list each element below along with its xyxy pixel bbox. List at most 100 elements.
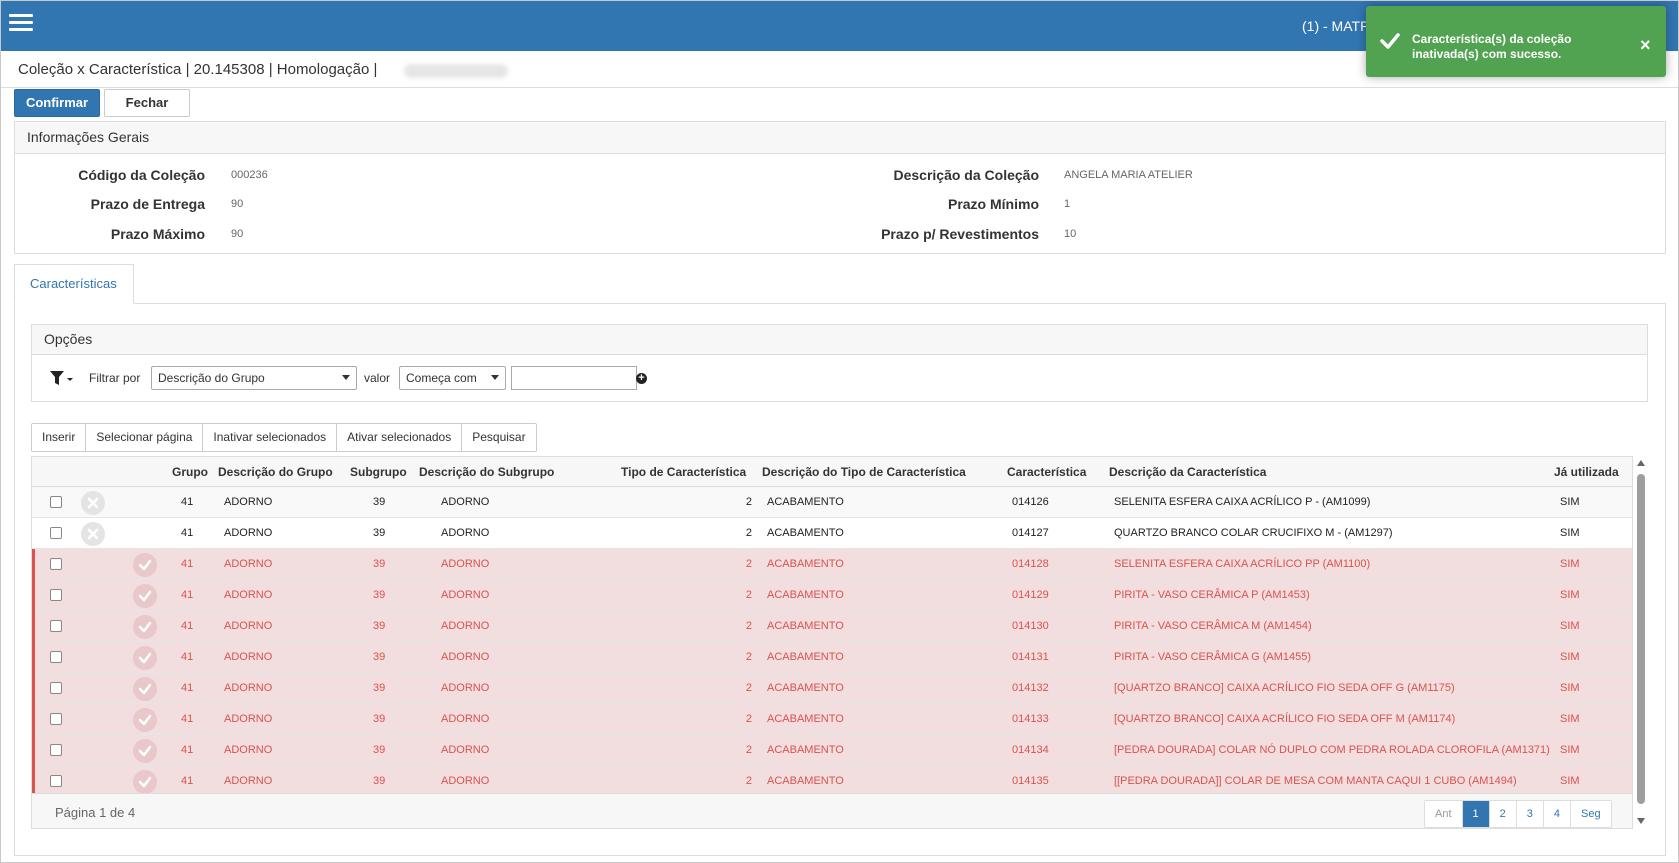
close-button[interactable]: Fechar	[104, 89, 190, 117]
cell-ja-utilizada: SIM	[1560, 589, 1580, 601]
table-row[interactable]: 41 ADORNO 39 ADORNO 2 ACABAMENTO 014133 [QUARTZ…	[32, 704, 1632, 735]
filter-value-input[interactable]	[511, 366, 637, 390]
select-page-button[interactable]: Selecionar página	[86, 424, 204, 451]
col-ja-utilizada[interactable]: Já utilizada	[1554, 465, 1619, 479]
activate-selected-button[interactable]: Ativar selecionados	[337, 424, 463, 451]
prazo-minimo-value: 1	[1064, 198, 1071, 210]
cell-tipo: 2	[745, 527, 752, 539]
col-tipo[interactable]: Tipo de Característica	[621, 465, 746, 479]
table-row[interactable]: 41 ADORNO 39 ADORNO 2 ACABAMENTO 014128 SELENIT…	[32, 549, 1632, 580]
options-panel: Opções	[31, 324, 1648, 402]
cell-desc-subgrupo: ADORNO	[441, 620, 490, 632]
col-subgrupo[interactable]: Subgrupo	[350, 465, 407, 479]
cell-desc-grupo: ADORNO	[224, 527, 273, 539]
x-circle-icon[interactable]	[81, 491, 105, 515]
table-row[interactable]: 41 ADORNO 39 ADORNO 2 ACABAMENTO 014126 SELENIT…	[32, 487, 1632, 518]
table-row[interactable]: 41 ADORNO 39 ADORNO 2 ACABAMENTO 014131 PIRITA …	[32, 642, 1632, 673]
cell-tipo: 2	[745, 775, 752, 787]
table-row[interactable]: 41 ADORNO 39 ADORNO 2 ACABAMENTO 014134 [PEDRA …	[32, 735, 1632, 766]
col-desc-subgrupo[interactable]: Descrição do Subgrupo	[419, 465, 554, 479]
col-desc-grupo[interactable]: Descrição do Grupo	[218, 465, 333, 479]
check-circle-icon[interactable]	[133, 553, 157, 577]
x-circle-icon[interactable]	[81, 522, 105, 546]
col-caracteristica[interactable]: Característica	[1007, 465, 1086, 479]
characteristics-table: Grupo Descrição do Grupo Subgrupo Descri…	[31, 456, 1633, 829]
cell-desc-caracteristica: SELENITA ESFERA CAIXA ACRÍLICO P - (AM10…	[1114, 496, 1371, 508]
table-row[interactable]: 41 ADORNO 39 ADORNO 2 ACABAMENTO 014130 PIRITA …	[32, 611, 1632, 642]
row-checkbox[interactable]	[50, 744, 62, 756]
prazo-maximo-label: Prazo Máximo	[110, 226, 205, 242]
confirm-button[interactable]: Confirmar	[14, 89, 100, 117]
cell-desc-tipo: ACABAMENTO	[767, 558, 844, 570]
cell-desc-grupo: ADORNO	[224, 775, 273, 787]
filter-field-select[interactable]: Descrição do Grupo	[151, 366, 357, 390]
row-checkbox[interactable]	[50, 651, 62, 663]
row-checkbox[interactable]	[50, 682, 62, 694]
filter-field-value: Descrição do Grupo	[158, 371, 265, 385]
descricao-value: ANGELA MARIA ATELIER	[1064, 169, 1193, 181]
vertical-scrollbar[interactable]	[1635, 456, 1647, 829]
scroll-thumb[interactable]	[1637, 474, 1645, 804]
check-circle-icon[interactable]	[133, 646, 157, 670]
operator-select[interactable]: Começa com	[399, 366, 506, 390]
cell-caracteristica: 014126	[1012, 496, 1049, 508]
cell-ja-utilizada: SIM	[1560, 775, 1580, 787]
row-checkbox[interactable]	[50, 620, 62, 632]
col-desc-tipo[interactable]: Descrição do Tipo de Característica	[762, 465, 966, 479]
prazo-entrega-label: Prazo de Entrega	[90, 196, 205, 212]
page-button-1[interactable]: 1	[1462, 801, 1490, 827]
cell-caracteristica: 014134	[1012, 744, 1049, 756]
check-circle-icon[interactable]	[133, 677, 157, 701]
row-checkbox[interactable]	[50, 527, 62, 539]
codigo-label: Código da Coleção	[78, 167, 205, 183]
cell-subgrupo: 39	[373, 682, 386, 694]
cell-subgrupo: 39	[373, 651, 386, 663]
deactivate-selected-button[interactable]: Inativar selecionados	[203, 424, 338, 451]
search-button[interactable]: Pesquisar	[462, 424, 536, 451]
row-checkbox[interactable]	[50, 589, 62, 601]
cell-grupo: 41	[181, 527, 194, 539]
prev-page-button[interactable]: Ant	[1425, 801, 1463, 827]
page-button-2[interactable]: 2	[1489, 801, 1517, 827]
insert-button[interactable]: Inserir	[32, 424, 87, 451]
row-checkbox[interactable]	[50, 496, 62, 508]
scroll-up-icon[interactable]	[1637, 460, 1645, 466]
check-circle-icon[interactable]	[133, 615, 157, 639]
prazo-entrega-value: 90	[231, 198, 244, 210]
descricao-label: Descrição da Coleção	[893, 167, 1039, 183]
value-label: valor	[364, 371, 391, 385]
check-circle-icon[interactable]	[133, 584, 157, 608]
check-circle-icon[interactable]	[133, 770, 157, 794]
table-row[interactable]: 41 ADORNO 39 ADORNO 2 ACABAMENTO 014132 [QUARTZ…	[32, 673, 1632, 704]
cell-desc-subgrupo: ADORNO	[441, 589, 490, 601]
scroll-down-icon[interactable]	[1637, 818, 1645, 824]
check-circle-icon[interactable]	[133, 708, 157, 732]
row-checkbox[interactable]	[50, 558, 62, 570]
col-grupo[interactable]: Grupo	[172, 465, 208, 479]
table-header: Grupo Descrição do Grupo Subgrupo Descri…	[32, 457, 1632, 487]
filter-icon[interactable]	[49, 370, 75, 386]
cell-desc-caracteristica: [QUARTZO BRANCO] CAIXA ACRÍLICO FIO SEDA…	[1114, 713, 1456, 725]
page-button-3[interactable]: 3	[1516, 801, 1544, 827]
next-page-button[interactable]: Seg	[1571, 801, 1611, 827]
col-desc-caracteristica[interactable]: Descrição da Característica	[1109, 465, 1266, 479]
plus-circle-icon[interactable]: +	[636, 373, 647, 384]
cell-desc-caracteristica: [PEDRA DOURADA] COLAR NÓ DUPLO COM PEDRA…	[1114, 744, 1550, 756]
tab-caracteristicas[interactable]: Características	[14, 264, 134, 304]
hamburger-icon[interactable]	[9, 14, 33, 36]
page-button-4[interactable]: 4	[1543, 801, 1572, 827]
cell-subgrupo: 39	[373, 775, 386, 787]
table-row[interactable]: 41 ADORNO 39 ADORNO 2 ACABAMENTO 014129 PIRITA …	[32, 580, 1632, 611]
row-checkbox[interactable]	[50, 775, 62, 787]
chevron-down-icon	[342, 375, 350, 380]
cell-desc-tipo: ACABAMENTO	[767, 713, 844, 725]
cell-grupo: 41	[181, 496, 194, 508]
cell-grupo: 41	[181, 589, 194, 601]
cell-desc-subgrupo: ADORNO	[441, 651, 490, 663]
check-circle-icon[interactable]	[133, 739, 157, 763]
table-row[interactable]: 41 ADORNO 39 ADORNO 2 ACABAMENTO 014127 QUARTZO…	[32, 518, 1632, 549]
cell-desc-subgrupo: ADORNO	[441, 713, 490, 725]
action-toolbar: Inserir Selecionar página Inativar selec…	[31, 423, 537, 452]
row-checkbox[interactable]	[50, 713, 62, 725]
toast-close-button[interactable]: ×	[1640, 36, 1651, 54]
